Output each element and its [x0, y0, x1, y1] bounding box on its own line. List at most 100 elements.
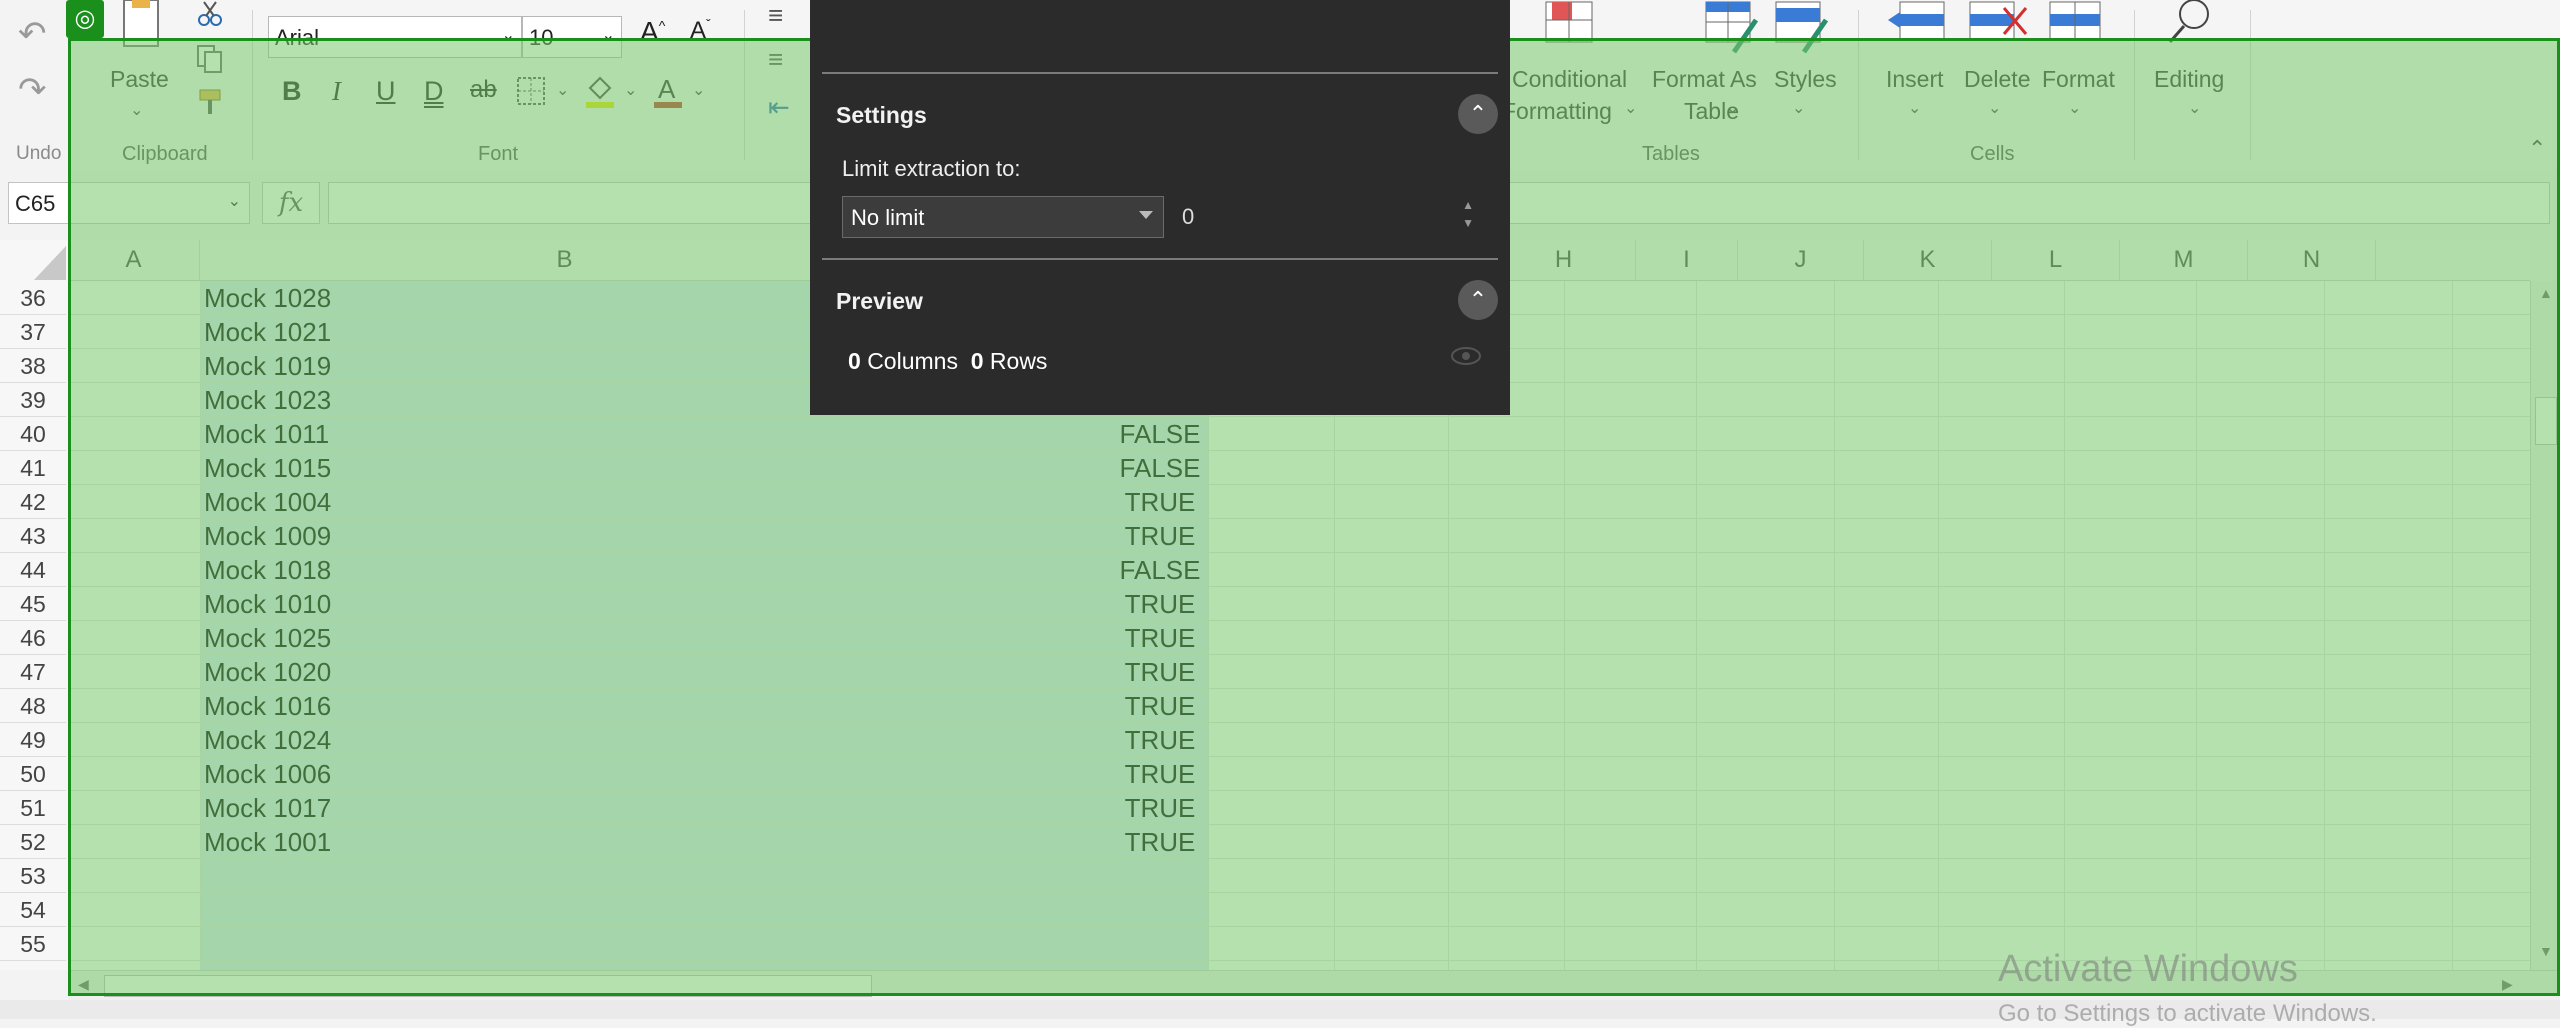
limit-value-input[interactable]: 0 ▲ ▼	[1174, 196, 1486, 238]
column-header-i[interactable]: I	[1636, 240, 1738, 280]
row-header[interactable]: 39	[0, 383, 66, 417]
cell-b[interactable]: Mock 1001	[204, 827, 331, 858]
cell-b[interactable]: Mock 1020	[204, 657, 331, 688]
styles-button[interactable]: Styles	[1774, 66, 1837, 93]
column-header-j[interactable]: J	[1738, 240, 1864, 280]
font-family-select[interactable]: Arial ⌄	[268, 16, 522, 58]
strikethrough-button[interactable]: ab	[470, 76, 497, 104]
chevron-down-icon[interactable]: ⌄	[1624, 98, 1637, 118]
collapse-settings-icon[interactable]: ⌃	[1458, 94, 1498, 134]
row-header[interactable]: 38	[0, 349, 66, 383]
cell-b[interactable]: Mock 1023	[204, 385, 331, 416]
cell-b[interactable]: Mock 1006	[204, 759, 331, 790]
cell-b[interactable]: Mock 1004	[204, 487, 331, 518]
chevron-down-icon[interactable]: ⌄	[1908, 98, 1921, 118]
vertical-scroll-thumb[interactable]	[2535, 397, 2557, 445]
cell-e[interactable]: TRUE	[1080, 725, 1240, 756]
delete-button[interactable]: Delete	[1964, 66, 2030, 93]
cell-b[interactable]: Mock 1021	[204, 317, 331, 348]
row-header[interactable]: 41	[0, 451, 66, 485]
cell-b[interactable]: Mock 1025	[204, 623, 331, 654]
row-header[interactable]: 36	[0, 281, 66, 315]
format-cells-icon[interactable]	[2048, 0, 2104, 44]
paste-button[interactable]: Paste	[110, 66, 169, 93]
row-header[interactable]: 37	[0, 315, 66, 349]
row-header[interactable]: 52	[0, 825, 66, 859]
insert-cells-icon[interactable]	[1886, 0, 1948, 44]
row-header[interactable]: 44	[0, 553, 66, 587]
cell-e[interactable]: FALSE	[1080, 453, 1240, 484]
row-header[interactable]: 51	[0, 791, 66, 825]
cell-e[interactable]: TRUE	[1080, 793, 1240, 824]
row-header[interactable]: 54	[0, 893, 66, 927]
fill-color-dropdown-icon[interactable]: ⌄	[624, 80, 637, 100]
column-header-m[interactable]: M	[2120, 240, 2248, 280]
column-header-a[interactable]: A	[68, 240, 200, 280]
format-as-table-icon[interactable]	[1704, 0, 1760, 56]
cut-icon[interactable]	[196, 0, 224, 28]
scroll-right-icon[interactable]: ▶	[2502, 976, 2513, 993]
cell-b[interactable]: Mock 1019	[204, 351, 331, 382]
cell-b[interactable]: Mock 1009	[204, 521, 331, 552]
name-box[interactable]: C65 ⌄	[8, 182, 250, 224]
cell-e[interactable]: TRUE	[1080, 487, 1240, 518]
cell-b[interactable]: Mock 1016	[204, 691, 331, 722]
row-header[interactable]: 48	[0, 689, 66, 723]
italic-button[interactable]: I	[332, 76, 341, 107]
font-color-icon[interactable]: A	[652, 72, 684, 110]
cell-b[interactable]: Mock 1017	[204, 793, 331, 824]
font-size-select[interactable]: 10 ⌄	[522, 16, 622, 58]
row-header[interactable]: 42	[0, 485, 66, 519]
align-top-icon[interactable]: ≡	[768, 0, 783, 31]
cell-b[interactable]: Mock 1028	[204, 283, 331, 314]
row-header[interactable]: 50	[0, 757, 66, 791]
spin-up-icon[interactable]: ▲	[1462, 198, 1474, 212]
scroll-up-icon[interactable]: ▲	[2539, 285, 2553, 301]
chevron-down-icon[interactable]: ⌄	[1792, 98, 1805, 118]
row-header[interactable]: 47	[0, 655, 66, 689]
chevron-down-icon[interactable]: ⌄	[2188, 98, 2201, 118]
column-header-k[interactable]: K	[1864, 240, 1992, 280]
paste-icon[interactable]	[118, 0, 164, 56]
eye-icon[interactable]	[1450, 344, 1482, 375]
copy-icon[interactable]	[196, 44, 224, 74]
column-header-n[interactable]: N	[2248, 240, 2376, 280]
fill-color-icon[interactable]	[584, 74, 616, 110]
cell-b[interactable]: Mock 1018	[204, 555, 331, 586]
row-header[interactable]: 55	[0, 927, 66, 961]
chevron-down-icon[interactable]: ⌄	[1726, 98, 1739, 118]
double-underline-button[interactable]: D	[424, 76, 444, 107]
paste-dropdown-icon[interactable]: ⌄	[130, 100, 143, 120]
cell-e[interactable]: TRUE	[1080, 521, 1240, 552]
cell-b[interactable]: Mock 1024	[204, 725, 331, 756]
conditional-formatting-icon[interactable]	[1544, 0, 1594, 44]
borders-dropdown-icon[interactable]: ⌄	[556, 80, 569, 100]
styles-icon[interactable]	[1774, 0, 1830, 56]
column-header-l[interactable]: L	[1992, 240, 2120, 280]
row-header[interactable]: 45	[0, 587, 66, 621]
row-header[interactable]: 40	[0, 417, 66, 451]
collapse-preview-icon[interactable]: ⌃	[1458, 280, 1498, 320]
row-header[interactable]: 53	[0, 859, 66, 893]
vertical-scrollbar[interactable]: ▲ ▼	[2530, 281, 2560, 970]
cell-e[interactable]: TRUE	[1080, 691, 1240, 722]
increase-font-icon[interactable]: A^	[640, 16, 665, 48]
cell-e[interactable]: TRUE	[1080, 623, 1240, 654]
undo-icon[interactable]: ↶	[18, 14, 47, 54]
decrease-font-icon[interactable]: Aˇ	[690, 16, 711, 45]
column-header-h[interactable]: H	[1492, 240, 1636, 280]
redo-icon[interactable]: ↷	[18, 70, 47, 110]
editing-button[interactable]: Editing	[2154, 66, 2224, 93]
cell-e[interactable]: FALSE	[1080, 555, 1240, 586]
insert-button[interactable]: Insert	[1886, 66, 1944, 93]
scroll-down-icon[interactable]: ▼	[2539, 943, 2553, 959]
search-icon[interactable]	[2166, 0, 2216, 44]
conditional-formatting-label[interactable]: Conditional	[1512, 66, 1627, 93]
cell-b[interactable]: Mock 1015	[204, 453, 331, 484]
horizontal-scroll-thumb[interactable]	[104, 975, 872, 997]
borders-icon[interactable]	[516, 76, 546, 106]
bold-button[interactable]: B	[282, 76, 302, 107]
limit-extraction-select[interactable]: No limit	[842, 196, 1164, 238]
cell-b[interactable]: Mock 1010	[204, 589, 331, 620]
cell-b[interactable]: Mock 1011	[204, 419, 329, 450]
